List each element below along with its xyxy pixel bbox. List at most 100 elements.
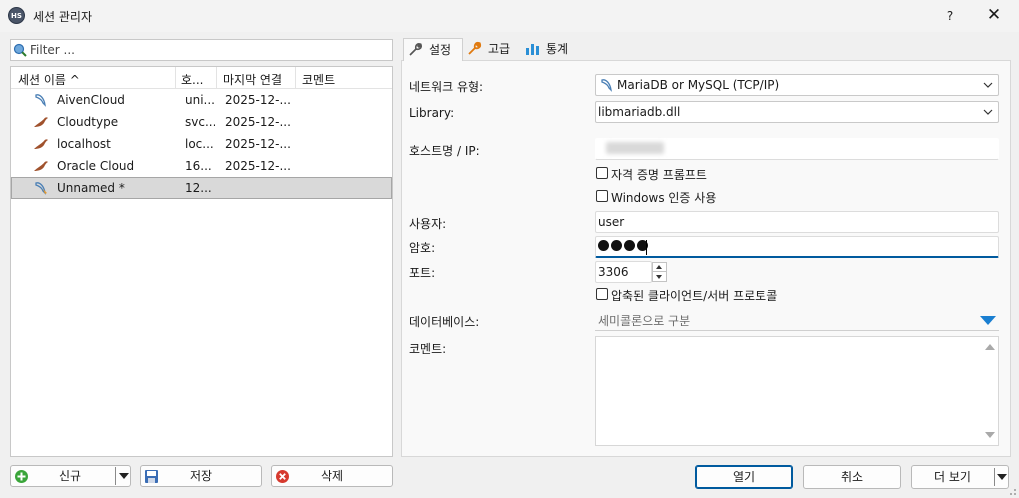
save-disk-icon xyxy=(145,470,158,483)
port-increment-button[interactable] xyxy=(653,263,666,272)
session-row-localhost[interactable]: localhost loc... 2025-12-... xyxy=(11,133,392,155)
library-select[interactable]: libmariadb.dll xyxy=(595,101,999,123)
title-bar: HS 세션 관리자 ? ✕ xyxy=(0,0,1019,32)
delete-icon xyxy=(276,470,289,483)
scroll-down-icon[interactable] xyxy=(985,432,995,438)
password-input[interactable] xyxy=(595,236,999,258)
close-button[interactable]: ✕ xyxy=(978,4,1010,28)
windows-auth-label: Windows 인증 사용 xyxy=(611,191,717,205)
tab-advanced-label: 고급 xyxy=(488,42,511,56)
checkbox-box[interactable] xyxy=(596,167,608,179)
more-button[interactable]: 더 보기 xyxy=(911,465,1009,489)
session-host: 12... xyxy=(185,181,212,195)
session-name: AivenCloud xyxy=(57,93,125,107)
session-name: localhost xyxy=(57,137,111,151)
column-header-comment[interactable]: 코멘트 xyxy=(302,71,335,88)
open-button[interactable]: 열기 xyxy=(695,465,793,489)
split-separator xyxy=(115,467,116,485)
host-input[interactable] xyxy=(595,138,999,160)
session-name: Cloudtype xyxy=(57,115,119,129)
column-separator[interactable] xyxy=(175,67,176,89)
new-session-button[interactable]: 신규 xyxy=(10,465,131,487)
column-separator[interactable] xyxy=(295,67,296,89)
session-row-cloudtype[interactable]: Cloudtype svc... 2025-12-... xyxy=(11,111,392,133)
user-label: 사용자: xyxy=(409,217,447,231)
network-type-label: 네트워크 유형: xyxy=(409,80,484,94)
scroll-up-icon[interactable] xyxy=(985,344,995,350)
session-host: 16... xyxy=(185,159,212,173)
mysql-dolphin-icon xyxy=(35,182,47,195)
password-dot xyxy=(611,240,622,251)
tab-statistics[interactable]: 통계 xyxy=(521,38,579,60)
help-button[interactable]: ? xyxy=(935,4,965,28)
port-stepper[interactable] xyxy=(652,262,667,282)
wrench-icon xyxy=(409,43,422,56)
mysql-dolphin-icon xyxy=(35,94,46,107)
password-label: 암호: xyxy=(409,241,436,255)
chevron-down-icon[interactable] xyxy=(119,473,129,479)
cancel-label: 취소 xyxy=(840,470,864,484)
database-label: 데이터베이스: xyxy=(409,315,480,329)
split-separator xyxy=(994,468,995,486)
resize-grip-icon[interactable] xyxy=(1007,486,1017,496)
delete-button[interactable]: 삭제 xyxy=(271,465,393,487)
chevron-down-icon[interactable] xyxy=(997,474,1007,480)
checkbox-box[interactable] xyxy=(596,190,608,202)
session-last-connect: 2025-12-... xyxy=(225,115,291,129)
session-host: svc... xyxy=(185,115,215,129)
tab-settings[interactable]: 설정 xyxy=(403,38,463,61)
credential-prompt-label: 자격 증명 프롬프트 xyxy=(611,168,707,182)
bar-chart-icon xyxy=(526,44,539,55)
delete-label: 삭제 xyxy=(320,469,344,483)
column-header-host[interactable]: 호... xyxy=(181,71,203,88)
tab-statistics-label: 통계 xyxy=(546,42,569,56)
library-label: Library: xyxy=(409,106,455,120)
chevron-down-icon xyxy=(983,109,993,115)
session-row-unnamed[interactable]: Unnamed * 12... xyxy=(11,177,392,199)
window-title: 세션 관리자 xyxy=(33,10,93,24)
session-last-connect: 2025-12-... xyxy=(225,159,291,173)
port-input[interactable]: 3306 xyxy=(595,261,652,283)
port-value: 3306 xyxy=(598,265,629,279)
library-value: libmariadb.dll xyxy=(598,105,681,119)
port-decrement-button[interactable] xyxy=(653,272,666,281)
session-row-oracle-cloud[interactable]: Oracle Cloud 16... 2025-12-... xyxy=(11,155,392,177)
chevron-down-icon xyxy=(656,275,662,279)
session-name: Unnamed * xyxy=(57,181,125,195)
text-caret xyxy=(646,240,647,255)
wrench-orange-icon xyxy=(468,41,482,55)
column-header-last-connect[interactable]: 마지막 연결 xyxy=(223,71,282,88)
network-type-select[interactable]: MariaDB or MySQL (TCP/IP) xyxy=(595,74,999,96)
mariadb-seal-icon xyxy=(34,139,48,149)
password-mask xyxy=(598,240,648,251)
session-host: uni... xyxy=(185,93,215,107)
tab-settings-label: 설정 xyxy=(429,43,452,57)
column-separator[interactable] xyxy=(216,67,217,89)
tab-advanced[interactable]: 고급 xyxy=(463,38,521,60)
network-type-value: MariaDB or MySQL (TCP/IP) xyxy=(617,78,780,92)
database-select[interactable]: 세미콜론으로 구분 xyxy=(595,309,999,331)
cancel-button[interactable]: 취소 xyxy=(803,465,901,489)
comment-textarea[interactable] xyxy=(595,336,999,446)
password-dot xyxy=(598,240,609,251)
session-last-connect: 2025-12-... xyxy=(225,137,291,151)
save-button[interactable]: 저장 xyxy=(140,465,262,487)
comment-scrollbar[interactable] xyxy=(981,337,998,445)
session-host: loc... xyxy=(185,137,214,151)
chevron-down-icon xyxy=(983,82,993,88)
column-header-session-name[interactable]: 세션 이름 ^ xyxy=(18,71,80,88)
dropdown-arrow-icon[interactable] xyxy=(980,316,996,325)
password-dot xyxy=(624,240,635,251)
add-icon xyxy=(15,470,28,483)
session-list-header: 세션 이름 ^ 호... 마지막 연결 코멘트 xyxy=(11,67,392,89)
new-session-label: 신규 xyxy=(59,469,82,483)
session-row-aivencloud[interactable]: AivenCloud uni... 2025-12-... xyxy=(11,89,392,111)
user-value: user xyxy=(598,215,625,229)
user-input[interactable]: user xyxy=(595,211,999,233)
session-list[interactable]: 세션 이름 ^ 호... 마지막 연결 코멘트 AivenCloud uni..… xyxy=(10,66,393,457)
more-label: 더 보기 xyxy=(934,470,971,484)
checkbox-box[interactable] xyxy=(596,288,608,300)
session-name: Oracle Cloud xyxy=(57,159,135,173)
filter-input[interactable] xyxy=(30,42,385,58)
comment-label: 코멘트: xyxy=(409,342,447,356)
